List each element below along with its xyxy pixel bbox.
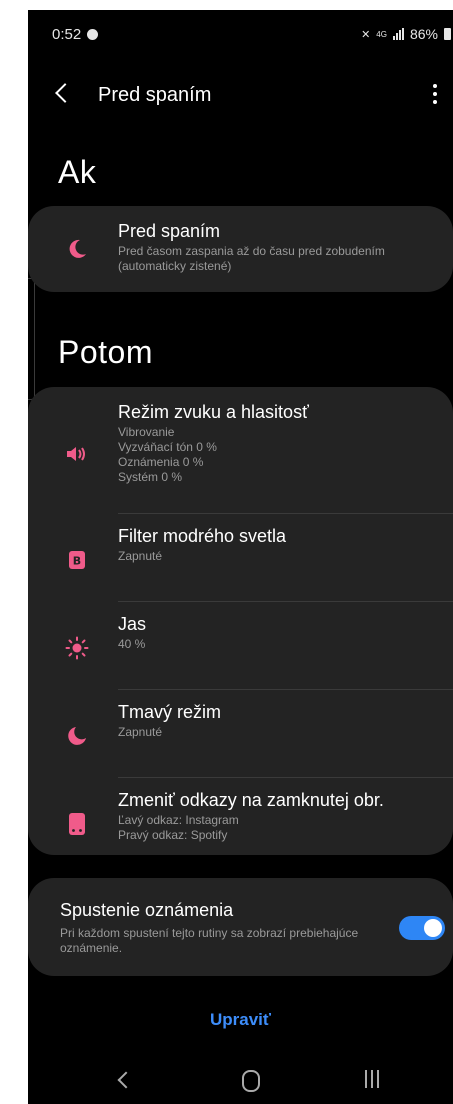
nav-back-icon[interactable] — [117, 1071, 135, 1089]
notification-dot-icon — [87, 29, 99, 40]
page-title: Pred spaním — [98, 84, 212, 106]
action-item-blue-light[interactable]: B Filter modrého svetla Zapnuté — [28, 525, 453, 595]
action-item-sound[interactable]: Režim zvuku a hlasitosť Vibrovanie Vyzvá… — [28, 401, 453, 505]
action-item-dark-mode[interactable]: Tmavý režim Zapnuté — [28, 701, 453, 771]
lockscreen-shortcut-icon — [64, 811, 90, 837]
app-bar: Pred spaním — [28, 70, 453, 122]
action-detail-line: Vyzváňací tón 0 % — [118, 440, 217, 454]
svg-text:B: B — [73, 555, 81, 568]
trigger-item[interactable]: Pred spaním Pred časom zaspania až do ča… — [28, 220, 453, 280]
nav-home-icon[interactable] — [242, 1070, 260, 1092]
action-detail-line: Zapnuté — [118, 725, 163, 739]
navigation-bar — [28, 1058, 453, 1104]
trigger-title: Pred spaním — [118, 221, 221, 241]
moon-icon — [64, 236, 90, 262]
action-detail-line: Systém 0 % — [118, 470, 183, 484]
nav-recents-icon[interactable] — [365, 1070, 379, 1088]
switch-knob — [424, 919, 442, 937]
action-detail-line: Zapnuté — [118, 549, 163, 563]
action-text: Tmavý režim Zapnuté — [118, 701, 443, 740]
action-text: Režim zvuku a hlasitosť Vibrovanie Vyzvá… — [118, 401, 443, 485]
action-detail: Ľavý odkaz: Instagram Pravý odkaz: Spoti… — [118, 813, 443, 843]
notification-switch[interactable] — [399, 916, 445, 940]
action-detail-line: 40 % — [118, 637, 146, 651]
then-section-heading: Potom — [58, 334, 153, 370]
action-detail-line: Vibrovanie — [118, 425, 175, 439]
divider — [118, 689, 453, 690]
action-item-lockscreen-shortcuts[interactable]: Zmeniť odkazy na zamknutej obr. Ľavý odk… — [28, 789, 453, 859]
speaker-icon — [64, 441, 90, 467]
more-options-icon[interactable] — [432, 84, 437, 104]
action-detail-line: Ľavý odkaz: Instagram — [118, 813, 239, 827]
status-bar: 0:52 ✕ 4G 86% — [28, 10, 453, 56]
action-detail-line: Oznámenia 0 % — [118, 455, 204, 469]
action-detail: Vibrovanie Vyzváňací tón 0 % Oznámenia 0… — [118, 425, 443, 485]
if-section-heading: Ak — [58, 154, 97, 190]
signal-icon — [392, 28, 404, 40]
action-text: Jas 40 % — [118, 613, 443, 652]
action-title: Režim zvuku a hlasitosť — [118, 402, 309, 422]
mute-icon: ✕ — [361, 28, 371, 41]
notification-toggle-description: Pri každom spustení tejto rutiny sa zobr… — [60, 926, 359, 955]
divider — [118, 777, 453, 778]
divider — [118, 513, 453, 514]
network-type-icon: 4G — [376, 29, 387, 39]
blue-light-filter-icon: B — [64, 547, 90, 573]
notification-toggle-label: Spustenie oznámenia — [60, 900, 234, 920]
if-card: Pred spaním Pred časom zaspania až do ča… — [28, 206, 453, 292]
trigger-text: Pred spaním Pred časom zaspania až do ča… — [118, 220, 443, 274]
action-detail-line: Pravý odkaz: Spotify — [118, 828, 228, 842]
status-time: 0:52 — [52, 26, 82, 43]
edit-button[interactable]: Upraviť — [28, 1010, 453, 1030]
then-card: Režim zvuku a hlasitosť Vibrovanie Vyzvá… — [28, 387, 453, 855]
status-time-group: 0:52 — [52, 26, 99, 43]
edge-panel-handle[interactable] — [28, 278, 35, 400]
brightness-icon — [64, 635, 90, 661]
action-text: Zmeniť odkazy na zamknutej obr. Ľavý odk… — [118, 789, 443, 843]
back-icon[interactable] — [55, 83, 75, 103]
notification-card[interactable]: Spustenie oznámenia Pri každom spustení … — [28, 878, 453, 976]
divider — [118, 601, 453, 602]
action-title: Jas — [118, 614, 147, 634]
battery-percent: 86% — [409, 26, 438, 42]
trigger-subtitle: Pred časom zaspania až do času pred zobu… — [118, 244, 385, 273]
dark-mode-icon — [64, 723, 90, 749]
status-icons: ✕ 4G 86% — [361, 26, 451, 42]
battery-icon — [444, 28, 451, 40]
action-title: Tmavý režim — [118, 702, 221, 722]
action-text: Filter modrého svetla Zapnuté — [118, 525, 443, 564]
action-item-brightness[interactable]: Jas 40 % — [28, 613, 453, 683]
phone-screen: 0:52 ✕ 4G 86% Pred spaním Ak Pred spaním… — [28, 10, 453, 1104]
action-title: Zmeniť odkazy na zamknutej obr. — [118, 790, 384, 810]
action-title: Filter modrého svetla — [118, 526, 287, 546]
